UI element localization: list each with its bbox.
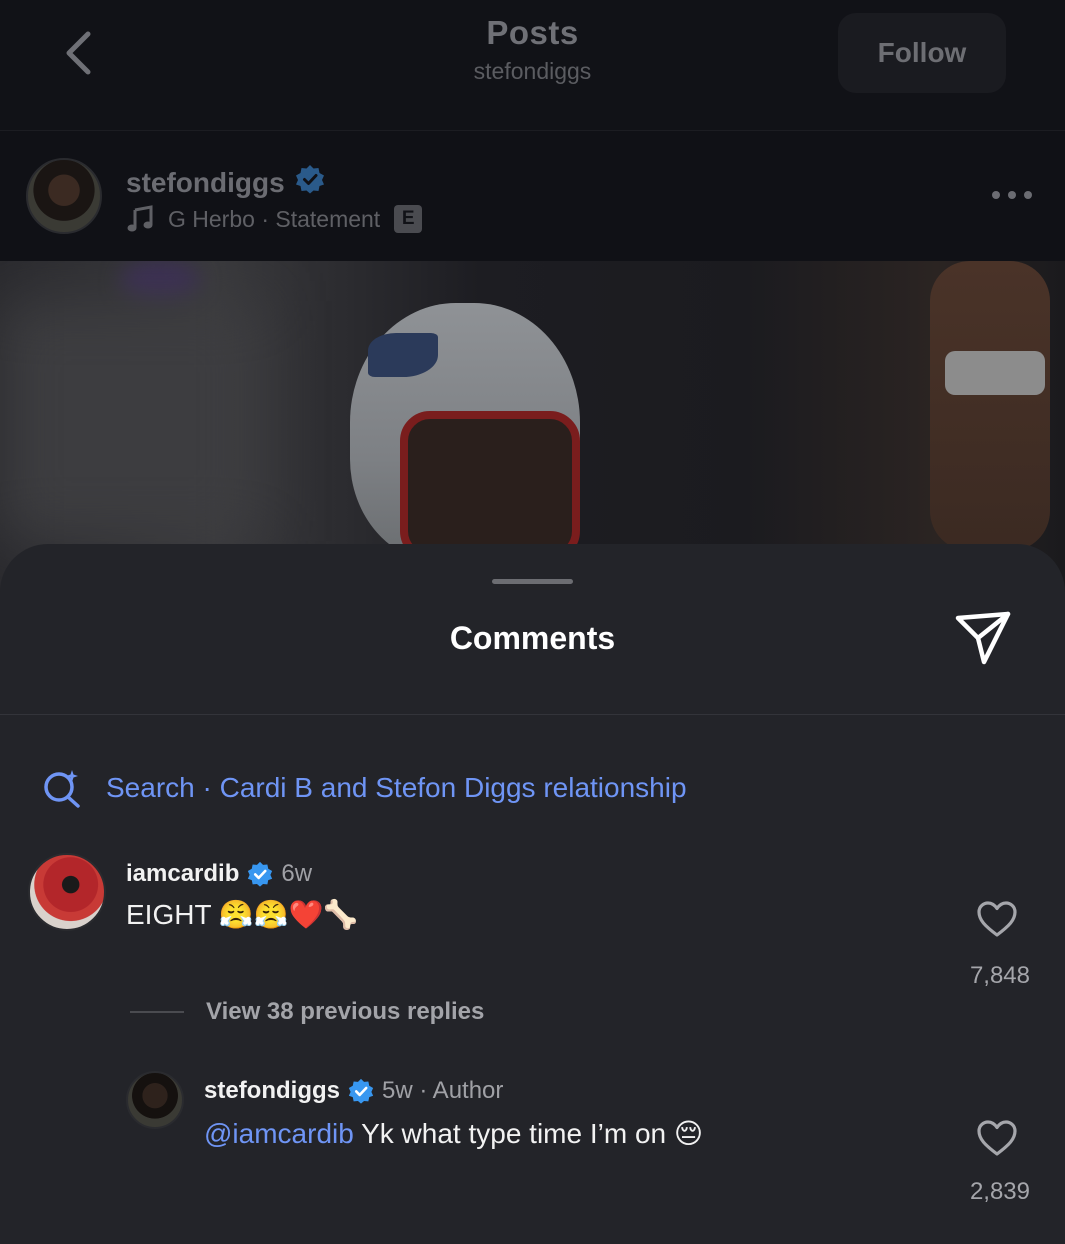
explicit-badge: E <box>394 205 423 233</box>
music-track: G Herbo · Statement <box>168 205 381 232</box>
search-suggestion[interactable]: Search · Cardi B and Stefon Diggs relati… <box>42 768 687 808</box>
verified-badge-icon <box>248 861 273 887</box>
mention-link[interactable]: @iamcardib <box>204 1118 354 1149</box>
author-avatar[interactable] <box>26 158 102 234</box>
verified-badge-icon <box>295 164 325 201</box>
follow-button[interactable]: Follow <box>838 13 1006 93</box>
reply-meta: 5w · Author <box>382 1077 504 1104</box>
verified-badge-icon <box>348 1078 374 1104</box>
reply-body: Yk what type time I’m on 😔 <box>353 1118 704 1149</box>
more-options-button[interactable] <box>990 183 1034 207</box>
reply-username[interactable]: stefondiggs <box>204 1077 340 1105</box>
divider <box>0 714 1065 715</box>
like-button[interactable] <box>976 900 1018 938</box>
like-count: 7,848 <box>969 962 1030 989</box>
search-sparkle-icon <box>44 770 80 808</box>
comment-header: iamcardib 6w <box>126 860 312 888</box>
more-dots-icon <box>992 191 1032 199</box>
view-replies-button[interactable]: View 38 previous replies <box>130 998 484 1026</box>
send-icon <box>955 611 1011 665</box>
comments-sheet: Comments Search · Cardi B and Stefon Dig… <box>0 544 1065 1244</box>
post-author[interactable]: stefondiggs <box>126 164 325 201</box>
comment-text: EIGHT 😤😤❤️🦴 <box>126 899 359 930</box>
commenter-avatar[interactable] <box>28 853 106 931</box>
view-replies-label: View 38 previous replies <box>206 998 485 1025</box>
heart-outline-icon <box>977 901 1017 937</box>
music-row[interactable]: G Herbo · Statement E <box>126 205 423 233</box>
comment-username[interactable]: iamcardib <box>126 860 239 888</box>
heart-outline-icon <box>977 1120 1017 1156</box>
sheet-grabber[interactable] <box>492 579 573 584</box>
like-button[interactable] <box>976 1119 1018 1157</box>
reply-text: @iamcardib Yk what type time I’m on 😔 <box>204 1117 703 1150</box>
comment-time: 6w <box>281 860 313 887</box>
replies-line <box>130 1011 184 1013</box>
top-bar: Posts stefondiggs Follow <box>0 0 1065 131</box>
share-button[interactable] <box>954 610 1012 666</box>
like-count: 2,839 <box>969 1178 1030 1205</box>
comments-title: Comments <box>449 620 616 656</box>
reply-avatar[interactable] <box>126 1071 184 1129</box>
reply-header: stefondiggs 5w · Author <box>204 1077 503 1105</box>
search-suggestion-text: Search · Cardi B and Stefon Diggs relati… <box>106 772 687 803</box>
music-note-icon <box>127 205 153 232</box>
post-username: stefondiggs <box>126 166 285 198</box>
post-header: stefondiggs G Herbo · Statement E <box>0 131 1065 261</box>
